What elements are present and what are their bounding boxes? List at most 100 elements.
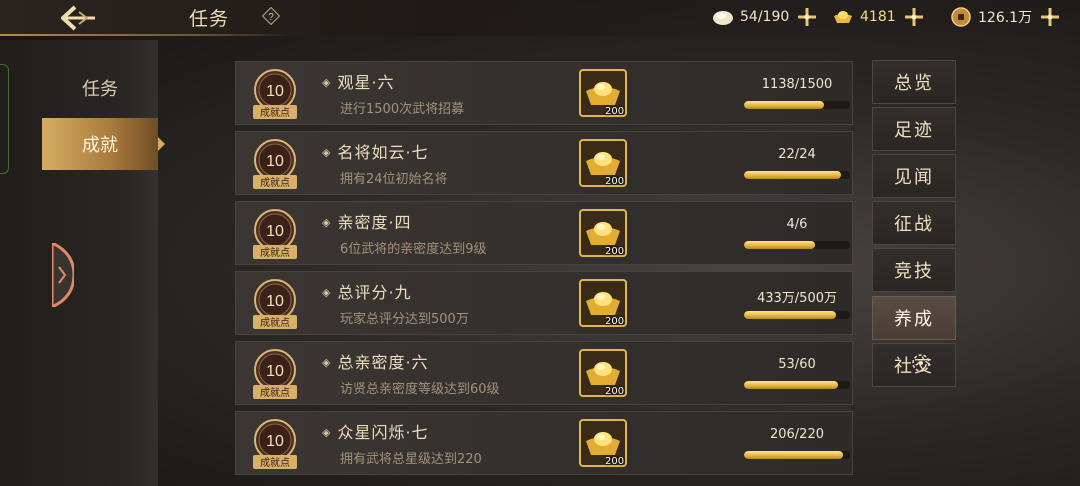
coin-icon — [951, 7, 971, 27]
progress-bar — [744, 171, 850, 179]
achievement-title: ◈ 总亲密度·六 — [322, 349, 429, 373]
progress-text: 206/220 — [769, 427, 824, 442]
reward-count: 200 — [605, 106, 625, 117]
category-tab[interactable]: 养成 — [872, 296, 956, 340]
gold-ingot-icon — [834, 11, 852, 23]
progress-text: 53/60 — [778, 357, 816, 372]
diamond-bullet-icon: ◈ — [322, 286, 332, 299]
progress-text: 433万/500万 — [756, 291, 837, 306]
add-coin-plus-icon[interactable] — [1040, 7, 1060, 27]
resource-gold: 4181 — [832, 6, 924, 28]
achievement-title: ◈ 总评分·九 — [322, 279, 412, 303]
points-label: 成就点 — [260, 246, 290, 259]
reward-count: 200 — [605, 386, 625, 397]
page-title: 任务 — [189, 8, 230, 30]
progress-bar — [744, 241, 850, 249]
diamond-bullet-icon: ◈ — [322, 356, 332, 369]
achievement-points-badge: 10 成就点 — [253, 349, 297, 399]
progress-bar-fill — [744, 451, 844, 459]
achievement-description: 6位武将的亲密度达到9级 — [340, 242, 487, 257]
expand-handle-icon[interactable] — [52, 243, 74, 307]
reward-count: 200 — [605, 316, 625, 327]
nav-achievements[interactable]: 成就 — [42, 118, 165, 170]
egg-icon — [713, 11, 733, 25]
achievement-title-text: 总亲密度·六 — [337, 353, 429, 372]
achievement-title: ◈ 亲密度·四 — [322, 209, 412, 233]
add-egg-plus-icon[interactable] — [797, 7, 817, 27]
achievement-points-badge: 10 成就点 — [253, 209, 297, 259]
points-value: 10 — [266, 83, 284, 100]
achievement-title: ◈ 众星闪烁·七 — [322, 419, 429, 443]
points-label: 成就点 — [260, 316, 290, 329]
points-value: 10 — [266, 293, 284, 310]
back-arrow-icon[interactable] — [55, 3, 99, 33]
resource-egg-value: 54/190 — [740, 9, 790, 25]
achievement-description: 拥有武将总星级达到220 — [340, 452, 482, 467]
diamond-bullet-icon: ◈ — [322, 426, 332, 439]
achievement-row: 10 成就点 ◈ 众星闪烁·七拥有武将总星级达到220 200 206/220 — [235, 411, 853, 475]
add-gold-plus-icon[interactable] — [904, 7, 924, 27]
resource-gold-value: 4181 — [860, 9, 896, 25]
achievement-row: 10 成就点 ◈ 名将如云·七拥有24位初始名将 200 22/24 — [235, 131, 853, 195]
points-value: 10 — [266, 223, 284, 240]
achievement-title-text: 亲密度·四 — [337, 213, 412, 232]
progress-bar-fill — [744, 381, 838, 389]
points-label: 成就点 — [260, 456, 290, 469]
achievement-description: 玩家总评分达到500万 — [340, 312, 469, 327]
achievement-points-badge: 10 成就点 — [253, 69, 297, 119]
reward-count: 200 — [605, 246, 625, 257]
progress-bar — [744, 451, 850, 459]
progress-bar — [744, 311, 850, 319]
diamond-bullet-icon: ◈ — [322, 146, 332, 159]
achievement-description: 拥有24位初始名将 — [340, 172, 448, 187]
achievement-row: 10 成就点 ◈ 亲密度·四 6位武将的亲密度达到9级 200 4/6 — [235, 201, 853, 265]
progress-bar — [744, 381, 850, 389]
touch-indicator-icon — [912, 354, 930, 372]
achievement-description: 访贤总亲密度等级达到60级 — [340, 382, 500, 397]
achievement-title-text: 总评分·九 — [337, 283, 412, 302]
achievement-description: 进行1500次武将招募 — [340, 102, 465, 117]
help-icon[interactable]: ? — [262, 7, 280, 25]
progress-bar-fill — [744, 241, 815, 249]
category-tab[interactable]: 征战 — [872, 201, 956, 245]
category-tab[interactable]: 总览 — [872, 60, 956, 104]
resource-coin-value: 126.1万 — [978, 10, 1033, 26]
points-label: 成就点 — [260, 176, 290, 189]
points-label: 成就点 — [260, 386, 290, 399]
reward-count: 200 — [605, 176, 625, 187]
achievement-row: 10 成就点 ◈ 总亲密度·六访贤总亲密度等级达到60级 200 53/60 — [235, 341, 853, 405]
achievement-row: 10 成就点 ◈ 总评分·九玩家总评分达到500万 200 433万/500万 — [235, 271, 853, 335]
achievement-row: 10 成就点 ◈ 观星·六进行1500次武将招募 200 1138/1500 — [235, 61, 853, 125]
category-tab[interactable]: 竞技 — [872, 248, 956, 292]
achievement-title: ◈ 观星·六 — [322, 69, 395, 93]
diamond-bullet-icon: ◈ — [322, 216, 332, 229]
achievement-title-text: 观星·六 — [337, 73, 395, 92]
svg-text:?: ? — [268, 12, 274, 23]
left-edge-frame — [0, 64, 9, 174]
progress-bar-fill — [744, 311, 836, 319]
category-tab[interactable]: 足迹 — [872, 107, 956, 151]
achievement-title: ◈ 名将如云·七 — [322, 139, 429, 163]
achievement-points-badge: 10 成就点 — [253, 279, 297, 329]
progress-text: 1138/1500 — [761, 77, 833, 92]
progress-text: 22/24 — [778, 147, 816, 162]
reward-count: 200 — [605, 456, 625, 467]
nav-tasks[interactable]: 任务 — [42, 62, 158, 114]
points-label: 成就点 — [260, 106, 290, 119]
points-value: 10 — [266, 363, 284, 380]
progress-bar-fill — [744, 101, 825, 109]
resource-egg: 54/190 — [712, 6, 817, 28]
category-tab[interactable]: 见闻 — [872, 154, 956, 198]
progress-bar-fill — [744, 171, 842, 179]
points-value: 10 — [266, 153, 284, 170]
achievement-points-badge: 10 成就点 — [253, 139, 297, 189]
resource-coin: 126.1万 — [950, 6, 1060, 28]
achievement-title-text: 名将如云·七 — [337, 143, 429, 162]
diamond-bullet-icon: ◈ — [322, 76, 332, 89]
points-value: 10 — [266, 433, 284, 450]
progress-text: 4/6 — [786, 217, 808, 232]
achievement-title-text: 众星闪烁·七 — [337, 423, 429, 442]
progress-bar — [744, 101, 850, 109]
title-underline — [0, 34, 290, 36]
achievement-points-badge: 10 成就点 — [253, 419, 297, 469]
